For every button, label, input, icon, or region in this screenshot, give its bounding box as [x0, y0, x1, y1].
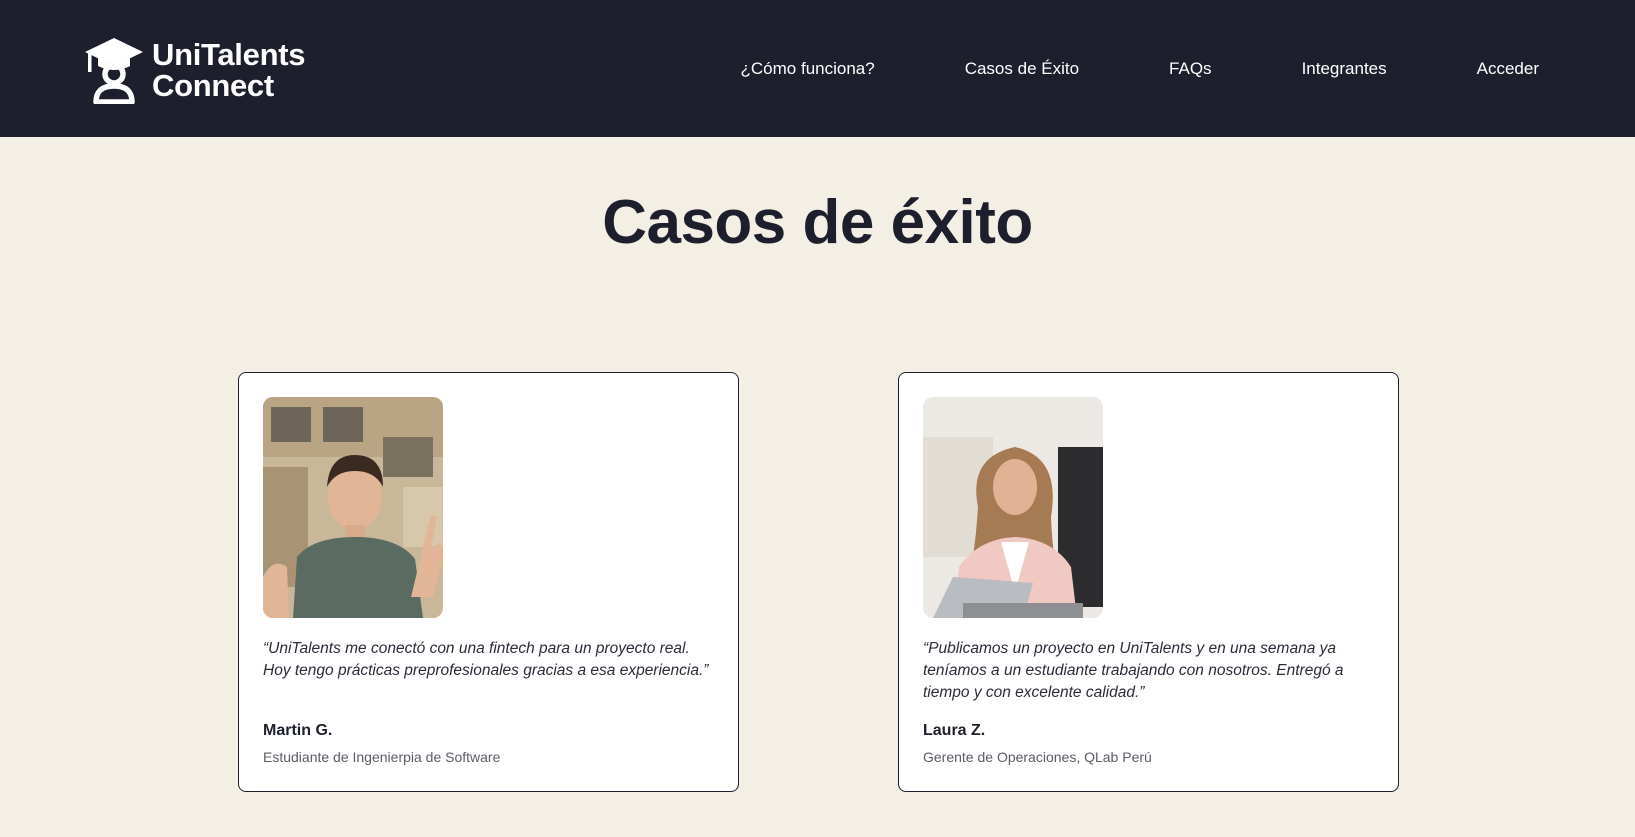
nav-acceder[interactable]: Acceder — [1477, 59, 1539, 79]
testimonial-role: Gerente de Operaciones, QLab Perú — [923, 749, 1152, 765]
page-title: Casos de éxito — [602, 188, 1033, 257]
testimonial-author: Laura Z. — [923, 722, 986, 739]
brand-name: UniTalents Connect — [152, 39, 305, 101]
testimonial-photo — [263, 397, 443, 618]
testimonial-role: Estudiante de Ingenierpia de Software — [263, 749, 501, 765]
professional-photo-image — [923, 397, 1103, 618]
testimonial-quote: “UniTalents me conectó con una fintech p… — [263, 640, 709, 679]
nav-faqs[interactable]: FAQs — [1169, 59, 1212, 79]
testimonial-card: “Publicamos un proyecto en UniTalents y … — [898, 372, 1399, 792]
top-navbar: UniTalents Connect ¿Cómo funciona? Casos… — [0, 0, 1635, 137]
testimonial-quote: “Publicamos un proyecto en UniTalents y … — [923, 640, 1344, 701]
main-nav: ¿Cómo funciona? Casos de Éxito FAQs Inte… — [741, 0, 1539, 137]
student-photo-image — [263, 397, 443, 618]
nav-casos-de-exito[interactable]: Casos de Éxito — [965, 59, 1079, 79]
nav-integrantes[interactable]: Integrantes — [1302, 59, 1387, 79]
testimonial-photo — [923, 397, 1103, 618]
nav-como-funciona[interactable]: ¿Cómo funciona? — [741, 59, 875, 79]
testimonial-card: “UniTalents me conectó con una fintech p… — [238, 372, 739, 792]
graduate-logo-icon — [85, 38, 143, 104]
brand-logo[interactable]: UniTalents Connect — [84, 36, 305, 104]
brand-name-line2: Connect — [152, 68, 274, 103]
brand-name-line1: UniTalents — [152, 37, 306, 72]
testimonial-author: Martin G. — [263, 722, 333, 739]
